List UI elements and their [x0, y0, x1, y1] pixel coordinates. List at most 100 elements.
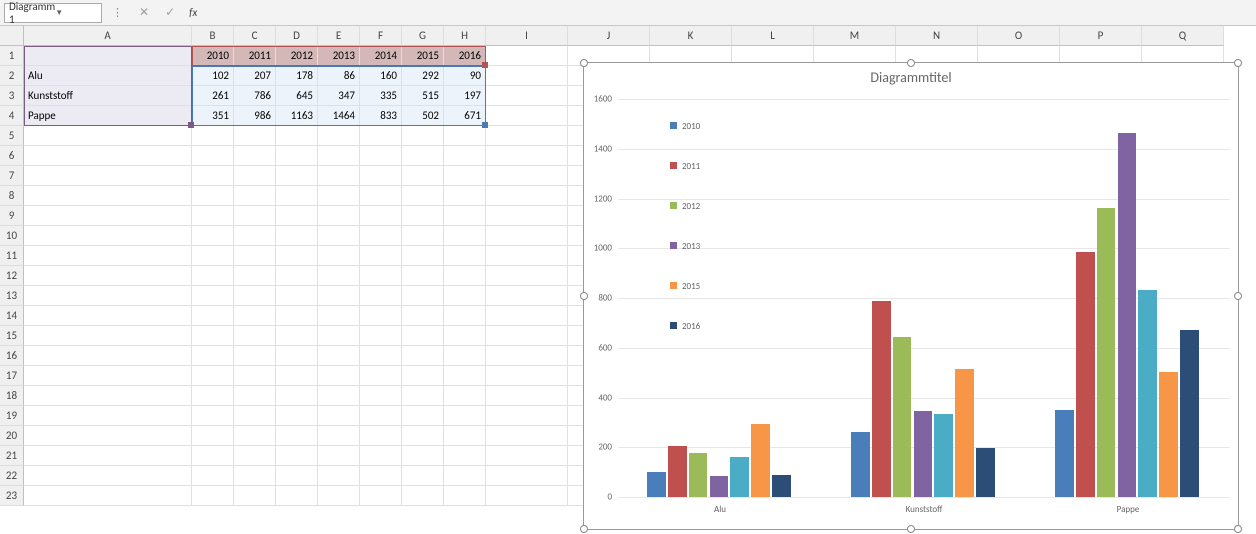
- col-head-C[interactable]: C: [234, 26, 276, 46]
- cell-A10[interactable]: [24, 226, 192, 246]
- cell-E22[interactable]: [318, 466, 360, 486]
- col-head-N[interactable]: N: [896, 26, 978, 46]
- bar[interactable]: [851, 432, 870, 497]
- cell-C1[interactable]: 2011: [234, 46, 276, 66]
- legend-item[interactable]: 2011: [670, 161, 700, 201]
- cell-D6[interactable]: [276, 146, 318, 166]
- cell-H8[interactable]: [444, 186, 486, 206]
- cell-F8[interactable]: [360, 186, 402, 206]
- cell-E15[interactable]: [318, 326, 360, 346]
- cell-F17[interactable]: [360, 366, 402, 386]
- cell-G8[interactable]: [402, 186, 444, 206]
- cell-I19[interactable]: [486, 406, 568, 426]
- cell-D11[interactable]: [276, 246, 318, 266]
- cell-H11[interactable]: [444, 246, 486, 266]
- cell-F12[interactable]: [360, 266, 402, 286]
- cell-D3[interactable]: 645: [276, 86, 318, 106]
- cell-A13[interactable]: [24, 286, 192, 306]
- row-head-18[interactable]: 18: [0, 386, 24, 406]
- cell-G19[interactable]: [402, 406, 444, 426]
- plot-area[interactable]: 02004006008001000120014001600AluKunststo…: [618, 99, 1230, 497]
- cell-G14[interactable]: [402, 306, 444, 326]
- cell-G21[interactable]: [402, 446, 444, 466]
- cell-D15[interactable]: [276, 326, 318, 346]
- cell-B2[interactable]: 102: [192, 66, 234, 86]
- cell-A2[interactable]: Alu: [24, 66, 192, 86]
- col-head-J[interactable]: J: [568, 26, 650, 46]
- name-box[interactable]: Diagramm 1 ▼: [4, 3, 102, 23]
- cell-C14[interactable]: [234, 306, 276, 326]
- cell-A15[interactable]: [24, 326, 192, 346]
- cell-F21[interactable]: [360, 446, 402, 466]
- cell-B19[interactable]: [192, 406, 234, 426]
- cell-D1[interactable]: 2012: [276, 46, 318, 66]
- cell-B8[interactable]: [192, 186, 234, 206]
- cell-E12[interactable]: [318, 266, 360, 286]
- cell-A23[interactable]: [24, 486, 192, 506]
- cell-D13[interactable]: [276, 286, 318, 306]
- col-head-E[interactable]: E: [318, 26, 360, 46]
- cell-A4[interactable]: Pappe: [24, 106, 192, 126]
- cell-I12[interactable]: [486, 266, 568, 286]
- col-head-A[interactable]: A: [24, 26, 192, 46]
- name-box-dropdown-icon[interactable]: ▼: [55, 8, 97, 18]
- legend-item[interactable]: 2016: [670, 321, 700, 361]
- cell-F11[interactable]: [360, 246, 402, 266]
- cell-D16[interactable]: [276, 346, 318, 366]
- cell-F6[interactable]: [360, 146, 402, 166]
- cell-I2[interactable]: [486, 66, 568, 86]
- cell-C17[interactable]: [234, 366, 276, 386]
- row-head-8[interactable]: 8: [0, 186, 24, 206]
- cell-H16[interactable]: [444, 346, 486, 366]
- cell-E16[interactable]: [318, 346, 360, 366]
- cell-E6[interactable]: [318, 146, 360, 166]
- cell-G7[interactable]: [402, 166, 444, 186]
- cell-B11[interactable]: [192, 246, 234, 266]
- cell-I17[interactable]: [486, 366, 568, 386]
- cell-C19[interactable]: [234, 406, 276, 426]
- cell-G20[interactable]: [402, 426, 444, 446]
- cell-F9[interactable]: [360, 206, 402, 226]
- legend-item[interactable]: 2015: [670, 281, 700, 321]
- cell-C13[interactable]: [234, 286, 276, 306]
- cell-H2[interactable]: 90: [444, 66, 486, 86]
- cell-D19[interactable]: [276, 406, 318, 426]
- row-head-7[interactable]: 7: [0, 166, 24, 186]
- col-head-F[interactable]: F: [360, 26, 402, 46]
- cell-B20[interactable]: [192, 426, 234, 446]
- cell-C2[interactable]: 207: [234, 66, 276, 86]
- cell-B22[interactable]: [192, 466, 234, 486]
- cell-C22[interactable]: [234, 466, 276, 486]
- cell-E14[interactable]: [318, 306, 360, 326]
- col-head-D[interactable]: D: [276, 26, 318, 46]
- cell-H7[interactable]: [444, 166, 486, 186]
- cell-E21[interactable]: [318, 446, 360, 466]
- cell-C16[interactable]: [234, 346, 276, 366]
- resize-handle[interactable]: [580, 292, 588, 300]
- cell-C7[interactable]: [234, 166, 276, 186]
- row-head-6[interactable]: 6: [0, 146, 24, 166]
- cell-G11[interactable]: [402, 246, 444, 266]
- cell-E4[interactable]: 1464: [318, 106, 360, 126]
- cell-B9[interactable]: [192, 206, 234, 226]
- cell-C5[interactable]: [234, 126, 276, 146]
- row-head-12[interactable]: 12: [0, 266, 24, 286]
- cell-A18[interactable]: [24, 386, 192, 406]
- row-head-9[interactable]: 9: [0, 206, 24, 226]
- bar[interactable]: [668, 446, 687, 497]
- bar[interactable]: [647, 472, 666, 497]
- cell-I7[interactable]: [486, 166, 568, 186]
- cell-I18[interactable]: [486, 386, 568, 406]
- cell-A7[interactable]: [24, 166, 192, 186]
- bar[interactable]: [772, 475, 791, 497]
- cell-C9[interactable]: [234, 206, 276, 226]
- cell-I11[interactable]: [486, 246, 568, 266]
- cell-D10[interactable]: [276, 226, 318, 246]
- cell-B14[interactable]: [192, 306, 234, 326]
- bar[interactable]: [689, 453, 708, 497]
- legend[interactable]: 201020112012201320152016: [670, 121, 700, 361]
- cell-H17[interactable]: [444, 366, 486, 386]
- cell-F5[interactable]: [360, 126, 402, 146]
- cell-D18[interactable]: [276, 386, 318, 406]
- cell-H12[interactable]: [444, 266, 486, 286]
